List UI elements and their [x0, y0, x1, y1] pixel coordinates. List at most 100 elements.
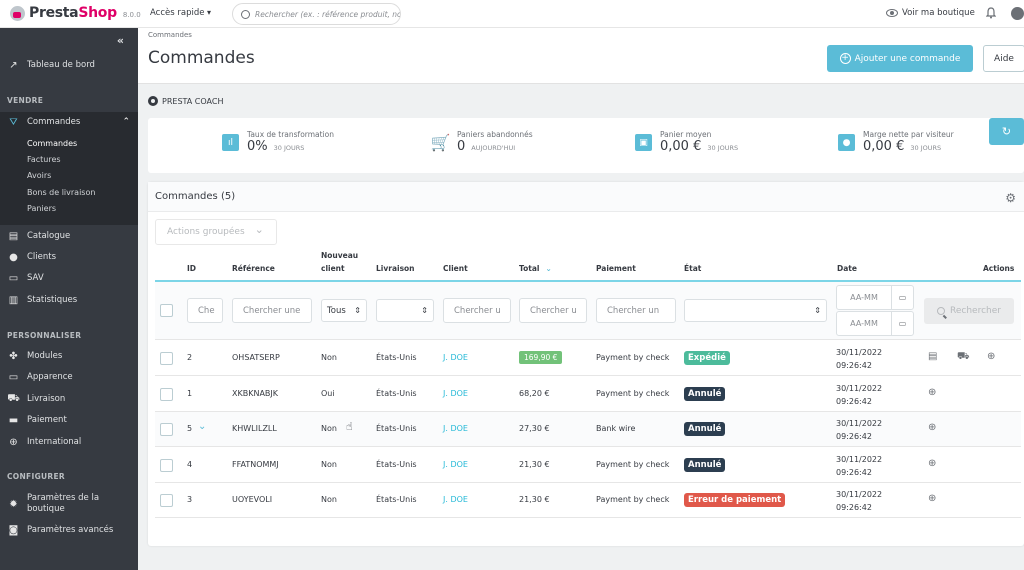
filter-new-client-select[interactable]: Tous [321, 299, 367, 322]
order-status-badge[interactable]: Expédié [684, 351, 730, 365]
kpi-period: 30 JOURS [273, 144, 305, 152]
bulk-actions-dropdown[interactable]: Actions groupées [155, 219, 277, 245]
select-all-checkbox[interactable] [160, 304, 173, 317]
truck-icon[interactable]: ⛟ [957, 351, 970, 364]
filter-total-input[interactable]: Chercher u [519, 298, 587, 323]
calendar-icon[interactable]: ▭ [891, 286, 913, 309]
order-customer-link[interactable]: J. DOE [443, 460, 468, 469]
chevron-up-icon[interactable]: ⌃ [122, 117, 130, 127]
user-avatar-icon[interactable] [1011, 7, 1024, 20]
table-row[interactable]: 5 ⌄ KHWLILZLL Non États-Unis J. DOE 27,30 € Ban… [155, 412, 1021, 447]
filter-status-select[interactable] [684, 299, 827, 322]
sidebar-subitem-credit-slips[interactable]: Avoirs [27, 171, 51, 180]
sidebar-item-shop-parameters[interactable]: ✹ Paramètres de la boutique [0, 492, 138, 516]
order-status-badge[interactable]: Annulé [684, 387, 726, 401]
row-checkbox[interactable] [160, 352, 173, 365]
order-new-client: Non [321, 460, 337, 469]
view-shop-label: Voir ma boutique [902, 8, 975, 18]
sidebar-item-shipping[interactable]: ⛟ Livraison [0, 393, 138, 405]
sidebar-item-orders[interactable]: ⛛ Commandes [0, 117, 138, 128]
view-zoom-icon[interactable]: ⊕ [928, 422, 936, 433]
breadcrumb[interactable]: Commandes [148, 31, 192, 39]
view-zoom-icon[interactable]: ⊕ [928, 387, 936, 398]
table-row[interactable]: 1 XKBKNABJK Oui États-Unis J. DOE 68,20 € Paym… [155, 377, 1021, 412]
table-row[interactable]: 2 OHSATSERP Non États-Unis J. DOE 169,90 € Pay… [155, 341, 1021, 376]
sidebar-item-international[interactable]: ⊕ International [0, 437, 138, 448]
filter-row: Che Chercher une Tous Chercher u Cherche… [155, 282, 1021, 340]
view-zoom-icon[interactable]: ⊕ [987, 351, 995, 362]
table-row[interactable]: 3 UOYEVOLI Non États-Unis J. DOE 21,30 € Payme… [155, 483, 1021, 518]
kpi-abandoned-carts[interactable]: 🛒 Paniers abandonnés 0 AUJOURD'HUI [431, 130, 533, 154]
order-total-badge: 169,90 € [519, 351, 563, 364]
help-button[interactable]: Aide [983, 45, 1024, 72]
row-checkbox[interactable] [160, 494, 173, 507]
filter-date-to[interactable]: AA-MM ▭ [836, 311, 914, 336]
sidebar-item-payment[interactable]: ▬ Paiement [0, 415, 138, 426]
table-row[interactable]: 4 FFATNOMMJ Non États-Unis J. DOE 21,30 € Paym… [155, 448, 1021, 483]
collapse-sidebar-button[interactable]: « [117, 34, 124, 47]
column-header-customer[interactable]: Client [443, 263, 468, 275]
sidebar-item-catalog[interactable]: ▤ Catalogue [0, 231, 138, 242]
sidebar-item-advanced-parameters[interactable]: ◙ Paramètres avancés [0, 525, 138, 536]
column-header-payment[interactable]: Paiement [596, 263, 636, 275]
sidebar-item-customers[interactable]: ● Clients [0, 252, 138, 263]
sidebar-item-modules[interactable]: ✤ Modules [0, 351, 138, 362]
sidebar-item-stats[interactable]: ▥ Statistiques [0, 295, 138, 306]
order-delivery: États-Unis [376, 389, 417, 398]
row-checkbox[interactable] [160, 423, 173, 436]
invoice-icon[interactable]: ▤ [928, 351, 937, 362]
sidebar-subitem-carts[interactable]: Paniers [27, 204, 56, 213]
column-header-total[interactable]: Total ⌄ [519, 263, 552, 275]
add-order-button[interactable]: + Ajouter une commande [827, 45, 973, 72]
filter-customer-input[interactable]: Chercher u [443, 298, 511, 323]
filter-date-from[interactable]: AA-MM ▭ [836, 285, 914, 310]
refresh-icon: ↻ [1001, 125, 1012, 138]
sidebar-item-appearance[interactable]: ▭ Apparence [0, 372, 138, 383]
kpi-average-cart[interactable]: ▣ Panier moyen 0,00 € 30 JOURS [635, 130, 738, 154]
calendar-icon[interactable]: ▭ [891, 312, 913, 335]
sidebar-item-dashboard[interactable]: ↗ Tableau de bord [0, 60, 138, 71]
order-reference: FFATNOMMJ [232, 460, 279, 469]
gear-icon[interactable]: ⚙ [1005, 191, 1016, 205]
sort-desc-icon[interactable]: ⌄ [546, 264, 552, 273]
order-status-badge[interactable]: Annulé [684, 458, 726, 472]
order-date-day: 30/11/2022 [836, 419, 883, 428]
order-customer-link[interactable]: J. DOE [443, 353, 468, 362]
order-customer-link[interactable]: J. DOE [443, 424, 468, 433]
view-zoom-icon[interactable]: ⊕ [928, 458, 936, 469]
quick-access-menu[interactable]: Accès rapide [150, 8, 211, 18]
search-filter-button[interactable]: Rechercher [924, 298, 1014, 324]
kpi-conversion[interactable]: ıl Taux de transformation 0% 30 JOURS [222, 130, 334, 154]
view-zoom-icon[interactable]: ⊕ [928, 493, 936, 504]
order-payment: Payment by check [596, 353, 670, 362]
order-customer-link[interactable]: J. DOE [443, 389, 468, 398]
kpi-net-margin[interactable]: ● Marge nette par visiteur 0,00 € 30 JOUR… [838, 130, 954, 154]
column-header-actions: Actions [983, 264, 1015, 273]
filter-reference-input[interactable]: Chercher une [232, 298, 312, 323]
chevron-down-icon[interactable]: ⌄ [198, 421, 206, 432]
bell-icon[interactable] [986, 7, 996, 19]
version: 8.0.0 [122, 10, 141, 19]
logo[interactable]: PrestaShop 8.0.0 [10, 5, 141, 21]
sidebar-item-customer-service[interactable]: ▭ SAV [0, 273, 138, 284]
filter-payment-input[interactable]: Chercher un [596, 298, 676, 323]
search-input[interactable]: Rechercher (ex. : référence produit, no [232, 3, 401, 25]
sidebar-subitem-invoices[interactable]: Factures [27, 155, 61, 164]
order-customer-link[interactable]: J. DOE [443, 495, 468, 504]
filter-delivery-select[interactable] [376, 299, 434, 322]
order-status-badge[interactable]: Erreur de paiement [684, 493, 786, 507]
order-status-badge[interactable]: Annulé [684, 422, 726, 436]
column-header-date[interactable]: Date [837, 263, 857, 275]
sidebar-subitem-delivery-slips[interactable]: Bons de livraison [27, 188, 95, 197]
filter-id-input[interactable]: Che [187, 298, 223, 323]
sidebar-subitem-orders[interactable]: Commandes [27, 139, 77, 148]
column-header-reference[interactable]: Référence [232, 263, 275, 275]
column-header-new-client[interactable]: Nouveau client [321, 250, 358, 275]
view-shop-link[interactable]: Voir ma boutique [886, 8, 975, 18]
column-header-id[interactable]: ID [187, 263, 196, 275]
row-checkbox[interactable] [160, 388, 173, 401]
refresh-kpi-button[interactable]: ↻ [989, 118, 1024, 145]
column-header-delivery[interactable]: Livraison [376, 263, 415, 275]
column-header-status[interactable]: État [684, 263, 701, 275]
row-checkbox[interactable] [160, 459, 173, 472]
